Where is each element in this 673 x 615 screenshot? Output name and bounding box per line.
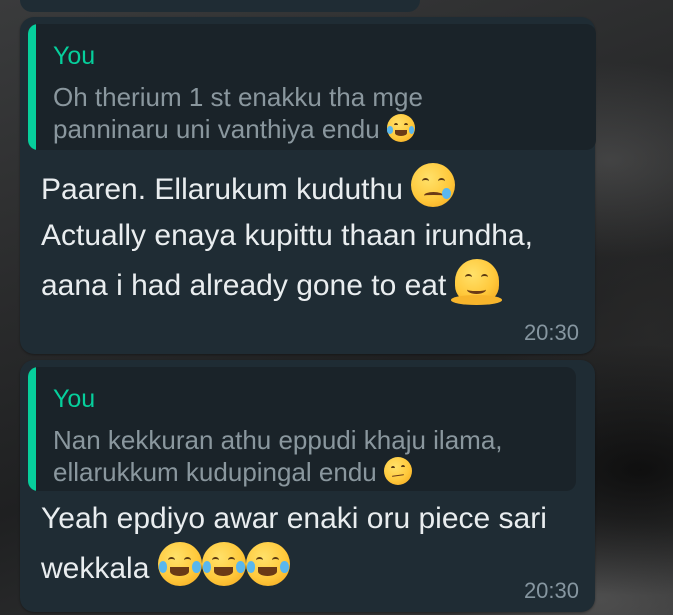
tears-of-joy-emoji [245, 542, 290, 586]
message-text: Paaren. Ellarukum kuduthu Actually enaya… [41, 163, 533, 309]
quote-accent-bar [28, 367, 36, 491]
quote-author: You [53, 385, 96, 413]
quoted-reply[interactable]: You Nan kekkuran athu eppudi khaju ilama… [28, 367, 576, 491]
quote-line: ellarukkum kudupingal endu [53, 457, 377, 487]
face-with-raised-eyebrow-emoji [384, 457, 413, 485]
tears-of-joy-emoji [386, 114, 415, 142]
message-timestamp: 20:30 [523, 320, 579, 345]
message-line: wekkala [41, 552, 150, 585]
quote-accent-bar [28, 24, 36, 150]
message-line: Actually enaya kupittu thaan irundha, [41, 219, 533, 252]
quoted-reply[interactable]: You Oh therium 1 st enakku tha mge panni… [28, 24, 596, 150]
melting-face-emoji [451, 259, 503, 305]
quote-text: Oh therium 1 st enakku tha mge panninaru… [53, 81, 573, 145]
quote-line: panninaru uni vanthiya endu [53, 114, 380, 144]
quote-text: Nan kekkuran athu eppudi khaju ilama, el… [53, 424, 573, 488]
quote-author: You [53, 42, 96, 70]
quote-line: Nan kekkuran athu eppudi khaju ilama, [53, 425, 503, 455]
message-bubble[interactable]: You Nan kekkuran athu eppudi khaju ilama… [20, 360, 595, 612]
message-bubble[interactable]: You Oh therium 1 st enakku tha mge panni… [20, 17, 596, 354]
message-timestamp: 20:30 [523, 578, 579, 603]
quote-line: Oh therium 1 st enakku tha mge [53, 82, 423, 112]
message-line: Yeah epdiyo awar enaki oru piece sari [41, 502, 547, 535]
message-line: Paaren. Ellarukum kuduthu [41, 173, 403, 206]
message-text: Yeah epdiyo awar enaki oru piece sari we… [41, 496, 547, 592]
message-line: aana i had already gone to eat [41, 269, 447, 302]
sad-but-relieved-emoji [411, 163, 456, 207]
previous-message-bubble[interactable] [20, 0, 420, 12]
tears-of-joy-emoji [201, 542, 246, 586]
tears-of-joy-emoji [157, 542, 202, 586]
